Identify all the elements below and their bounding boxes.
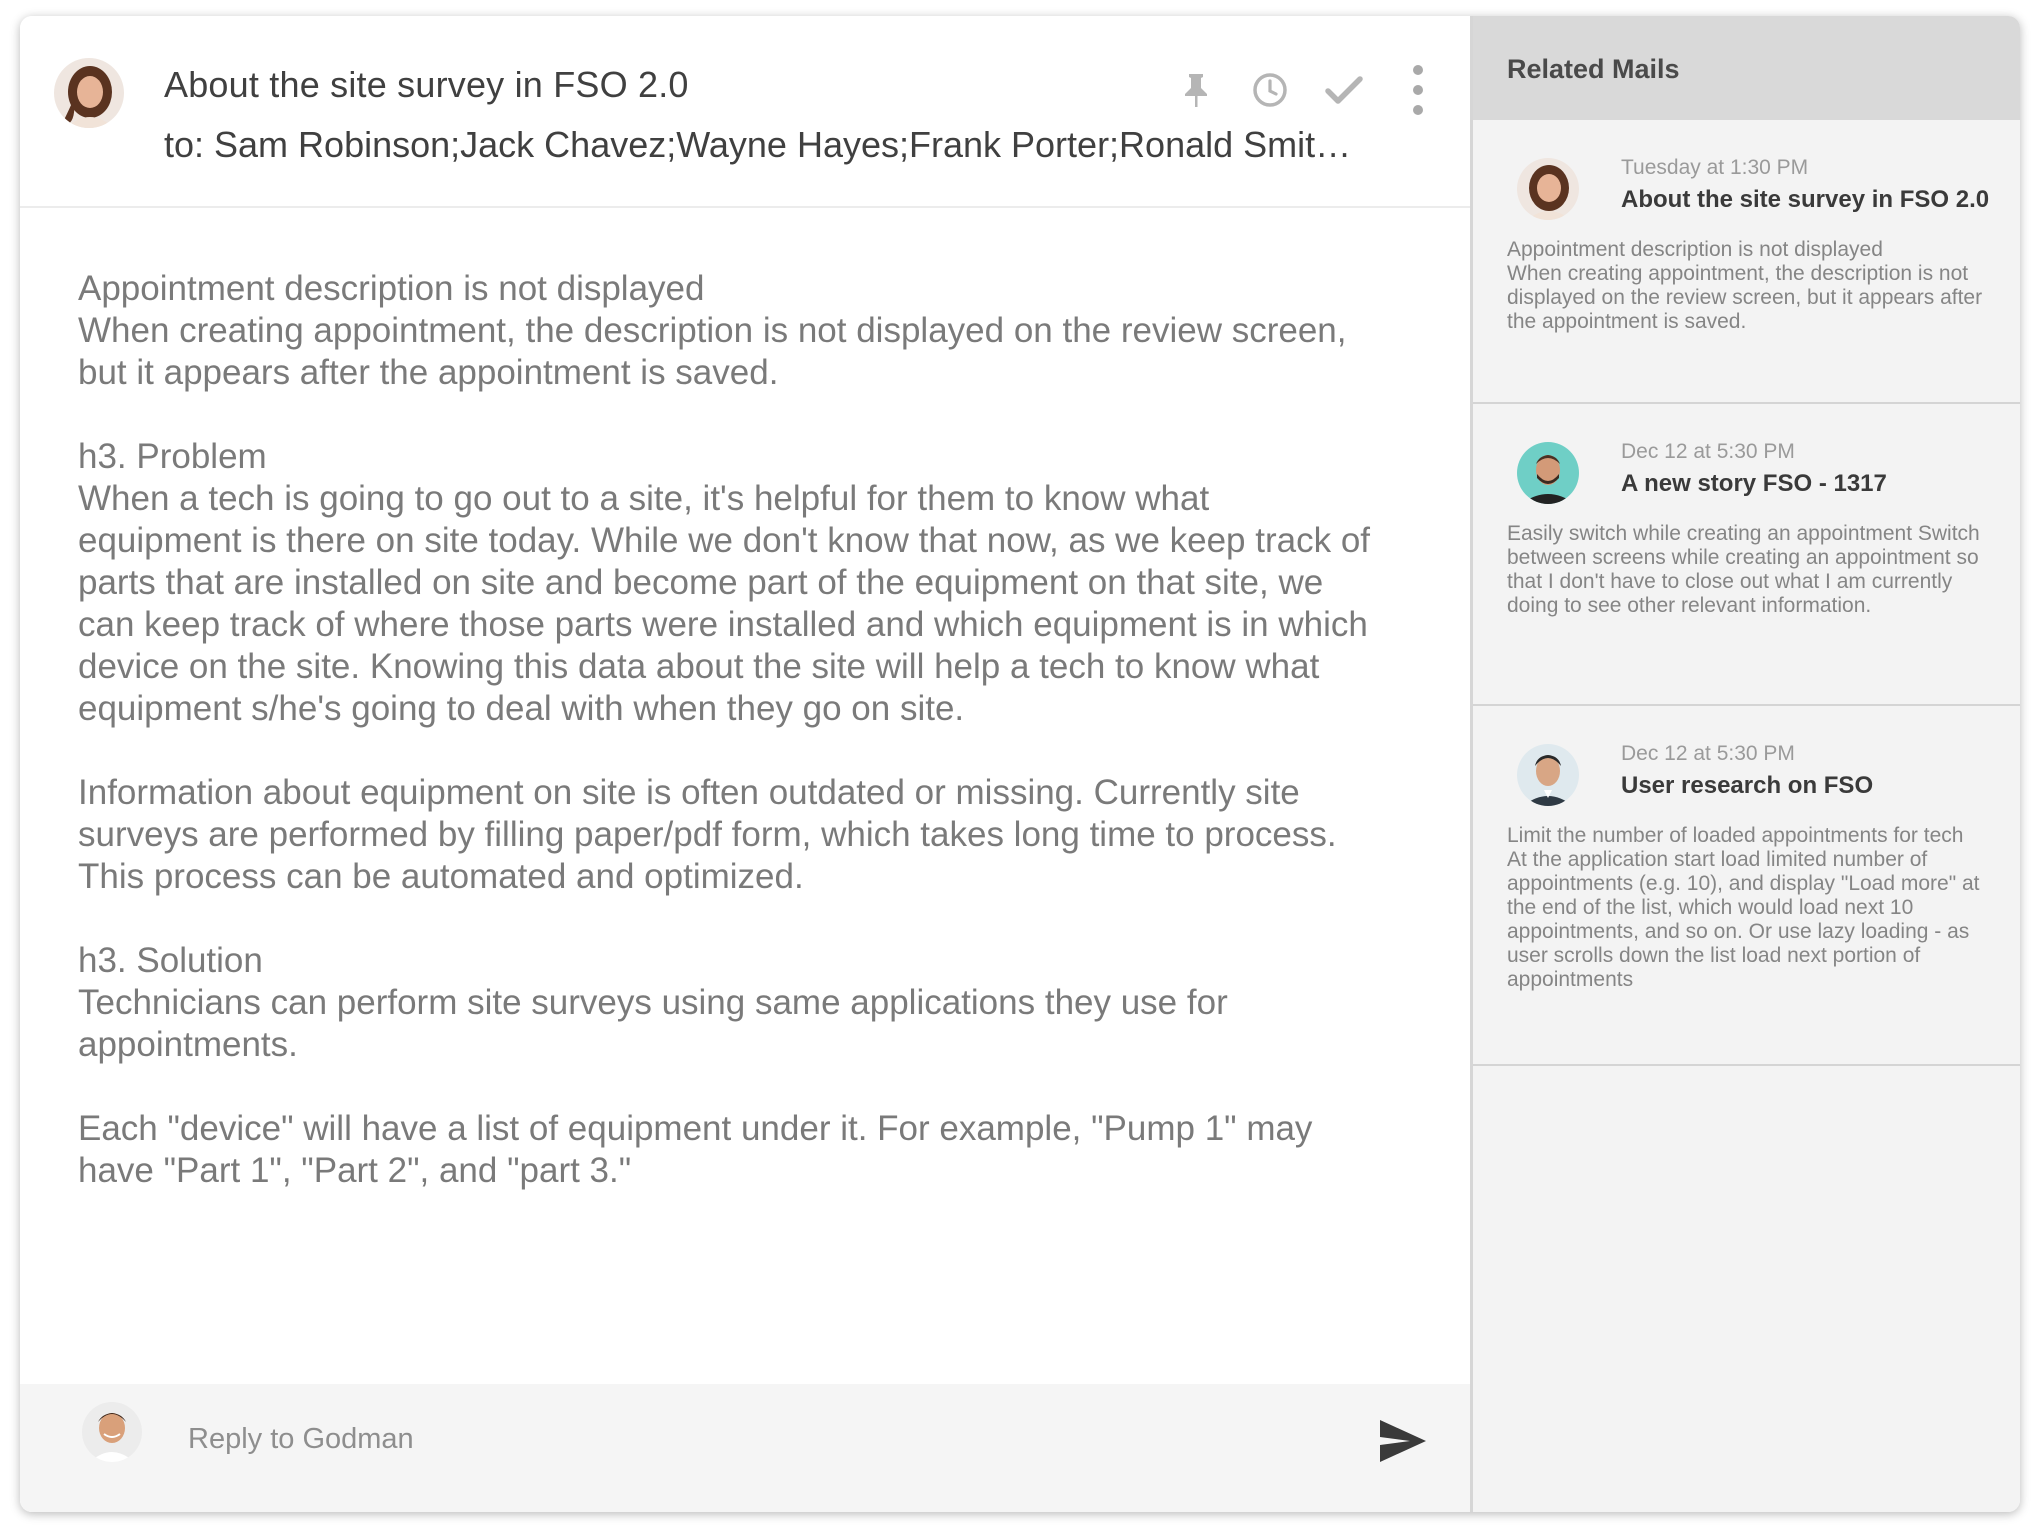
more-vertical-icon[interactable] bbox=[1396, 65, 1440, 115]
mail-pane: About the site survey in FSO 2.0 to: Sam… bbox=[20, 16, 1470, 1512]
reply-input[interactable] bbox=[188, 1414, 1288, 1464]
related-mail-date: Dec 12 at 5:30 PM bbox=[1621, 742, 1795, 765]
related-mail-title: About the site survey in FSO 2.0 bbox=[1621, 186, 1990, 213]
mail-body-paragraph: Information about equipment on site is o… bbox=[78, 773, 1337, 896]
related-mail-snippet: Easily switch while creating an appointm… bbox=[1507, 522, 1980, 617]
checkmark-icon[interactable] bbox=[1322, 68, 1366, 112]
related-mail-date: Tuesday at 1:30 PM bbox=[1621, 156, 1809, 179]
mail-body-paragraph: Appointment description is not displayed… bbox=[78, 269, 1347, 392]
mail-body-paragraph: h3. Solution Technicians can perform sit… bbox=[78, 941, 1228, 1064]
related-mail-avatar bbox=[1517, 158, 1579, 220]
mail-body-paragraph: h3. Problem When a tech is going to go o… bbox=[78, 437, 1371, 728]
related-mail-avatar bbox=[1517, 442, 1579, 504]
mail-recipients[interactable]: to: Sam Robinson;Jack Chavez;Wayne Hayes… bbox=[164, 124, 1369, 166]
related-mail-item[interactable]: Dec 12 at 5:30 PM User research on FSO L… bbox=[1473, 706, 2020, 1066]
related-mail-item[interactable]: Tuesday at 1:30 PM About the site survey… bbox=[1473, 120, 2020, 404]
related-mail-snippet: Limit the number of loaded appointments … bbox=[1507, 824, 1980, 991]
reply-bar bbox=[20, 1384, 1470, 1512]
mail-toolbar bbox=[1174, 65, 1440, 115]
mail-window: About the site survey in FSO 2.0 to: Sam… bbox=[20, 16, 2020, 1512]
user-avatar bbox=[82, 1402, 142, 1462]
related-mail-snippet: Appointment description is not displayed… bbox=[1507, 238, 1983, 333]
related-mails-sidebar: Related Mails Tuesday at 1:30 PM About t… bbox=[1470, 16, 2020, 1512]
sender-avatar[interactable] bbox=[54, 58, 124, 128]
mail-body-paragraph: Each "device" will have a list of equipm… bbox=[78, 1109, 1313, 1190]
mail-body: Appointment description is not displayed… bbox=[78, 268, 1378, 1234]
mail-subject: About the site survey in FSO 2.0 bbox=[164, 64, 689, 105]
clock-icon[interactable] bbox=[1248, 68, 1292, 112]
related-mail-title: A new story FSO - 1317 bbox=[1621, 470, 1887, 497]
related-mail-avatar bbox=[1517, 744, 1579, 806]
related-mail-item[interactable]: Dec 12 at 5:30 PM A new story FSO - 1317… bbox=[1473, 404, 2020, 706]
related-mail-title: User research on FSO bbox=[1621, 772, 1874, 799]
sidebar-title: Related Mails bbox=[1473, 16, 2020, 120]
send-icon[interactable] bbox=[1378, 1418, 1428, 1464]
related-mail-date: Dec 12 at 5:30 PM bbox=[1621, 440, 1795, 463]
mail-header: About the site survey in FSO 2.0 to: Sam… bbox=[20, 16, 1470, 208]
pin-icon[interactable] bbox=[1174, 68, 1218, 112]
